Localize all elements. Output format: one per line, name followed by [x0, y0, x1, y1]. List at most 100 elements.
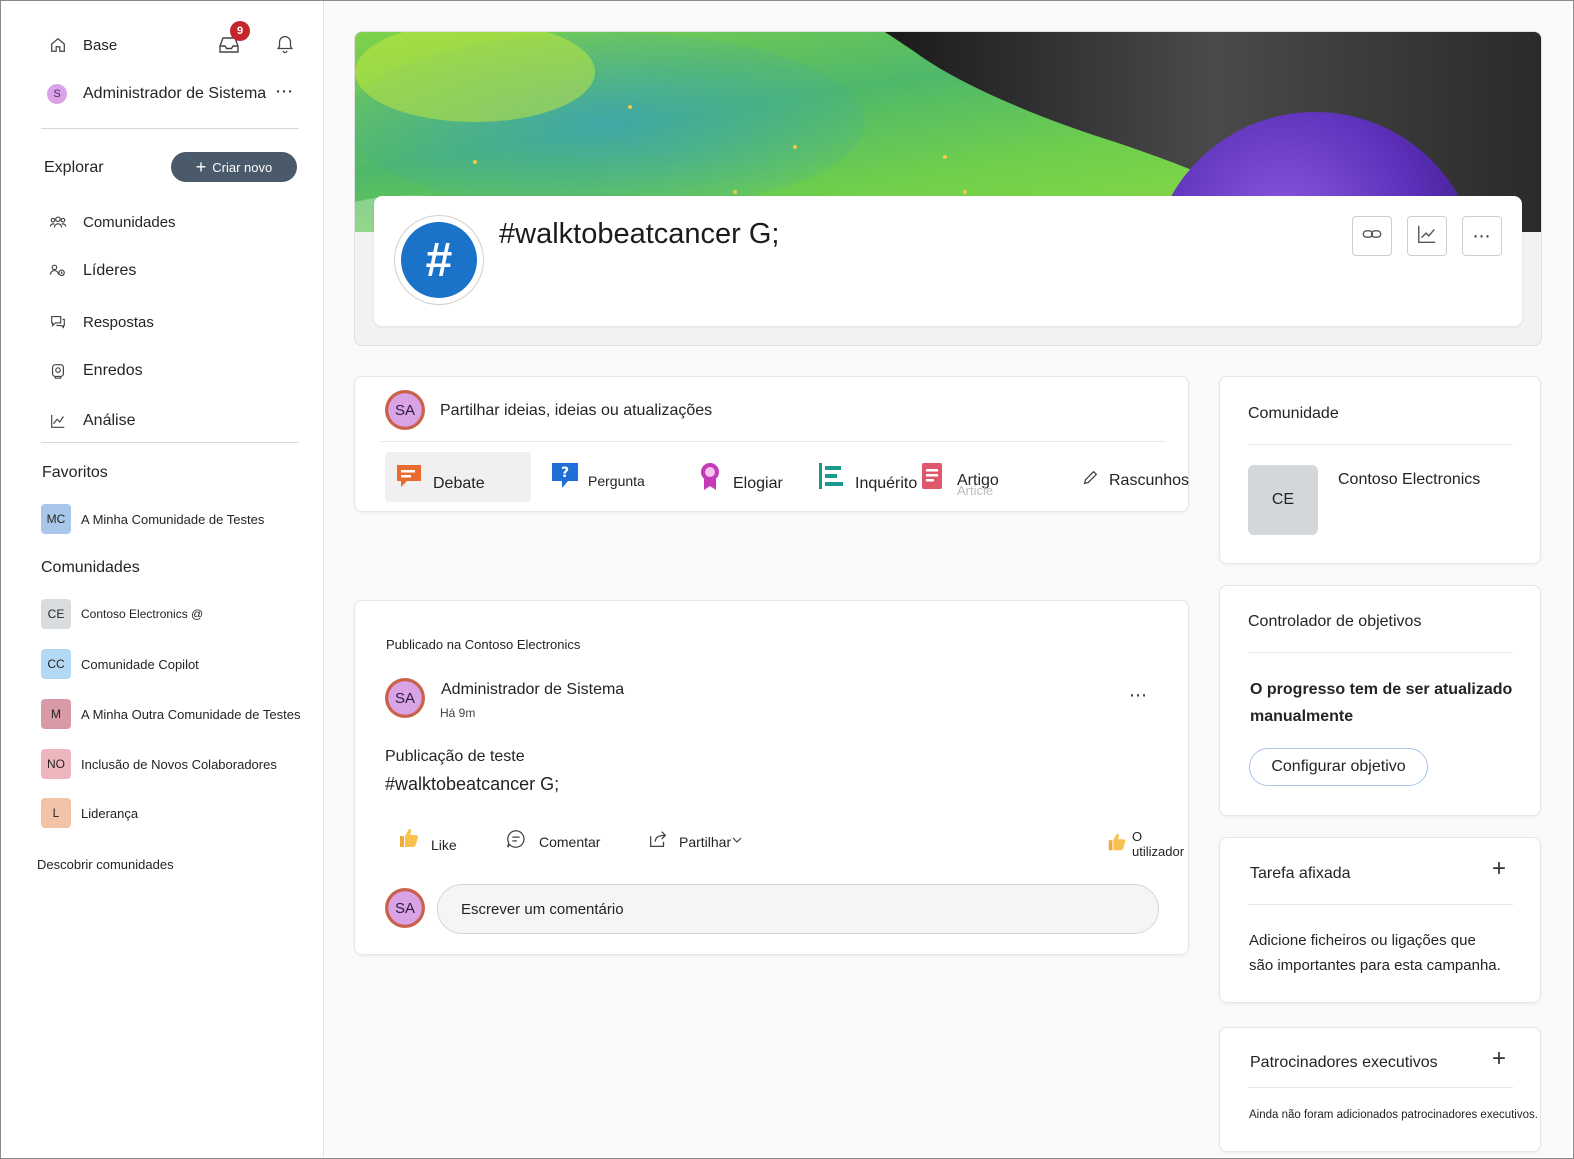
comment-input[interactable]: Escrever um comentário [437, 884, 1159, 934]
post-body-line1: Publicação de teste [385, 748, 525, 765]
add-pinned-button[interactable]: + [1492, 855, 1506, 883]
article-icon [919, 461, 949, 496]
favorites-heading: Favoritos [42, 464, 108, 482]
post-type-question[interactable]: ? Pergunta [550, 461, 645, 494]
chart-icon [1416, 223, 1438, 250]
divider [1248, 444, 1513, 445]
nav-label: Enredos [83, 362, 143, 379]
post-type-poll[interactable]: Inquérito [817, 461, 917, 496]
analytics-button[interactable] [1407, 216, 1447, 256]
post-more-button[interactable]: ⋯ [1129, 685, 1147, 706]
goal-tracker-card: Controlador de objetivos O progresso tem… [1219, 585, 1541, 816]
author-name[interactable]: Administrador de Sistema [441, 681, 624, 699]
sponsors-empty-text: Ainda não foram adicionados patrocinador… [1249, 1109, 1538, 1121]
praise-label: Elogiar [733, 474, 783, 492]
more-options-button[interactable]: ⋯ [1462, 216, 1502, 256]
user-name: Administrador de Sistema [83, 85, 267, 102]
community-item-onboarding[interactable]: NO Inclusão de Novos Colaboradores [41, 749, 277, 779]
leaders-icon [47, 260, 69, 282]
discover-communities-link[interactable]: Descobrir comunidades [37, 857, 174, 872]
community-label: A Minha Outra Comunidade de Testes [81, 706, 301, 722]
reactor-label: O utilizador [1132, 829, 1185, 859]
configure-goal-button[interactable]: Configurar objetivo [1249, 748, 1428, 786]
article-label-wrap: Artigo Article [957, 472, 999, 498]
share-button[interactable]: Partilhar [647, 828, 743, 855]
post-type-article[interactable]: Artigo Article [919, 461, 999, 498]
community-item-contoso[interactable]: CE Contoso Electronics @ [41, 599, 203, 629]
community-item-leadership[interactable]: L Liderança [41, 798, 138, 828]
nav-analytics[interactable]: Análise [47, 410, 135, 432]
like-button[interactable]: Like [397, 826, 457, 855]
executive-sponsors-card: Patrocinadores executivos + Ainda não fo… [1219, 1027, 1541, 1152]
community-name[interactable]: Contoso Electronics [1338, 471, 1480, 489]
divider [41, 442, 299, 443]
user-avatar: S [47, 84, 67, 104]
explore-label: Explorar [44, 159, 104, 176]
thumbs-up-icon [1106, 831, 1128, 858]
composer-input[interactable]: Partilhar ideias, ideias ou atualizações [440, 402, 712, 420]
post-card: Publicado na Contoso Electronics SA Admi… [354, 600, 1189, 955]
page-title: #walktobeatcancer G; [499, 218, 780, 250]
campaign-title-card: # #walktobeatcancer G; ⋯ [374, 196, 1522, 326]
home-icon [47, 34, 69, 56]
praise-icon [695, 461, 725, 496]
composer-avatar: SA [385, 390, 425, 430]
drafts-label: Rascunhos [1109, 471, 1190, 489]
goal-tracker-title: Controlador de objetivos [1248, 613, 1422, 630]
goal-message-line1: O progresso tem de ser atualizado [1250, 681, 1513, 698]
community-tile: M [41, 699, 71, 729]
home-label: Base [83, 36, 118, 54]
community-item-other-tests[interactable]: M A Minha Outra Comunidade de Testes [41, 699, 300, 729]
nav-label: Comunidades [83, 213, 176, 231]
post-type-praise[interactable]: Elogiar [695, 461, 783, 496]
community-label: Contoso Electronics @ [81, 607, 204, 621]
create-new-label: Criar novo [212, 159, 273, 175]
posted-in-label[interactable]: Publicado na Contoso Electronics [386, 637, 580, 652]
ellipsis-icon: ⋯ [1472, 225, 1492, 246]
comment-button[interactable]: Comentar [505, 828, 600, 855]
nav-storylines[interactable]: Enredos [47, 360, 143, 382]
user-more-button[interactable]: ⋯ [275, 81, 293, 102]
add-sponsor-button[interactable]: + [1492, 1045, 1506, 1073]
post-composer: SA Partilhar ideias, ideias ou atualizaç… [354, 376, 1189, 512]
community-item-copilot[interactable]: CC Comunidade Copilot [41, 649, 199, 679]
like-label: Like [431, 836, 457, 853]
community-tile: NO [41, 749, 71, 779]
answers-icon [47, 311, 69, 333]
pinned-task-title: Tarefa afixada [1250, 865, 1351, 882]
post-type-debate[interactable]: Debate [395, 461, 485, 496]
divider [41, 128, 299, 129]
nav-label: Líderes [83, 262, 137, 279]
notifications-button[interactable] [273, 31, 297, 55]
communities-label: Comunidades [41, 559, 140, 576]
drafts-button[interactable]: Rascunhos [1081, 469, 1189, 492]
communities-icon [47, 211, 69, 233]
home-link[interactable]: Base [47, 34, 117, 56]
current-user[interactable]: S Administrador de Sistema [47, 84, 266, 104]
poll-icon [817, 461, 847, 496]
question-icon: ? [550, 461, 580, 494]
reactions-summary[interactable]: O utilizador [1106, 829, 1188, 859]
pinned-task-card: Tarefa afixada + Adicione ficheiros ou l… [1219, 837, 1541, 1003]
thumbs-up-icon [397, 826, 421, 855]
communities-heading: Comunidades [41, 559, 140, 577]
nav-answers[interactable]: Respostas [47, 311, 154, 333]
bell-icon [273, 31, 297, 55]
chevron-down-icon [731, 833, 743, 851]
sidebar: Base 9 S Administrador de Sistema ⋯ Expl… [1, 1, 324, 1157]
nav-label: Análise [83, 412, 136, 429]
nav-leaders[interactable]: Líderes [47, 260, 136, 282]
favorite-item[interactable]: MC A Minha Comunidade de Testes [41, 504, 264, 534]
goal-message-line2: manualmente [1250, 708, 1354, 725]
debate-label: Debate [433, 474, 485, 492]
community-card: Comunidade CE Contoso Electronics [1219, 376, 1541, 564]
pinned-text-line1: Adicione ficheiros ou ligações que [1249, 932, 1476, 949]
community-label: Liderança [81, 805, 139, 821]
article-ghost-label: Article [957, 482, 994, 498]
community-logo[interactable]: CE [1248, 465, 1318, 535]
nav-communities[interactable]: Comunidades [47, 211, 176, 233]
author-avatar[interactable]: SA [385, 678, 425, 718]
copy-link-button[interactable] [1352, 216, 1392, 256]
create-new-button[interactable]: + Criar novo [171, 152, 297, 182]
community-tile: CC [41, 649, 71, 679]
